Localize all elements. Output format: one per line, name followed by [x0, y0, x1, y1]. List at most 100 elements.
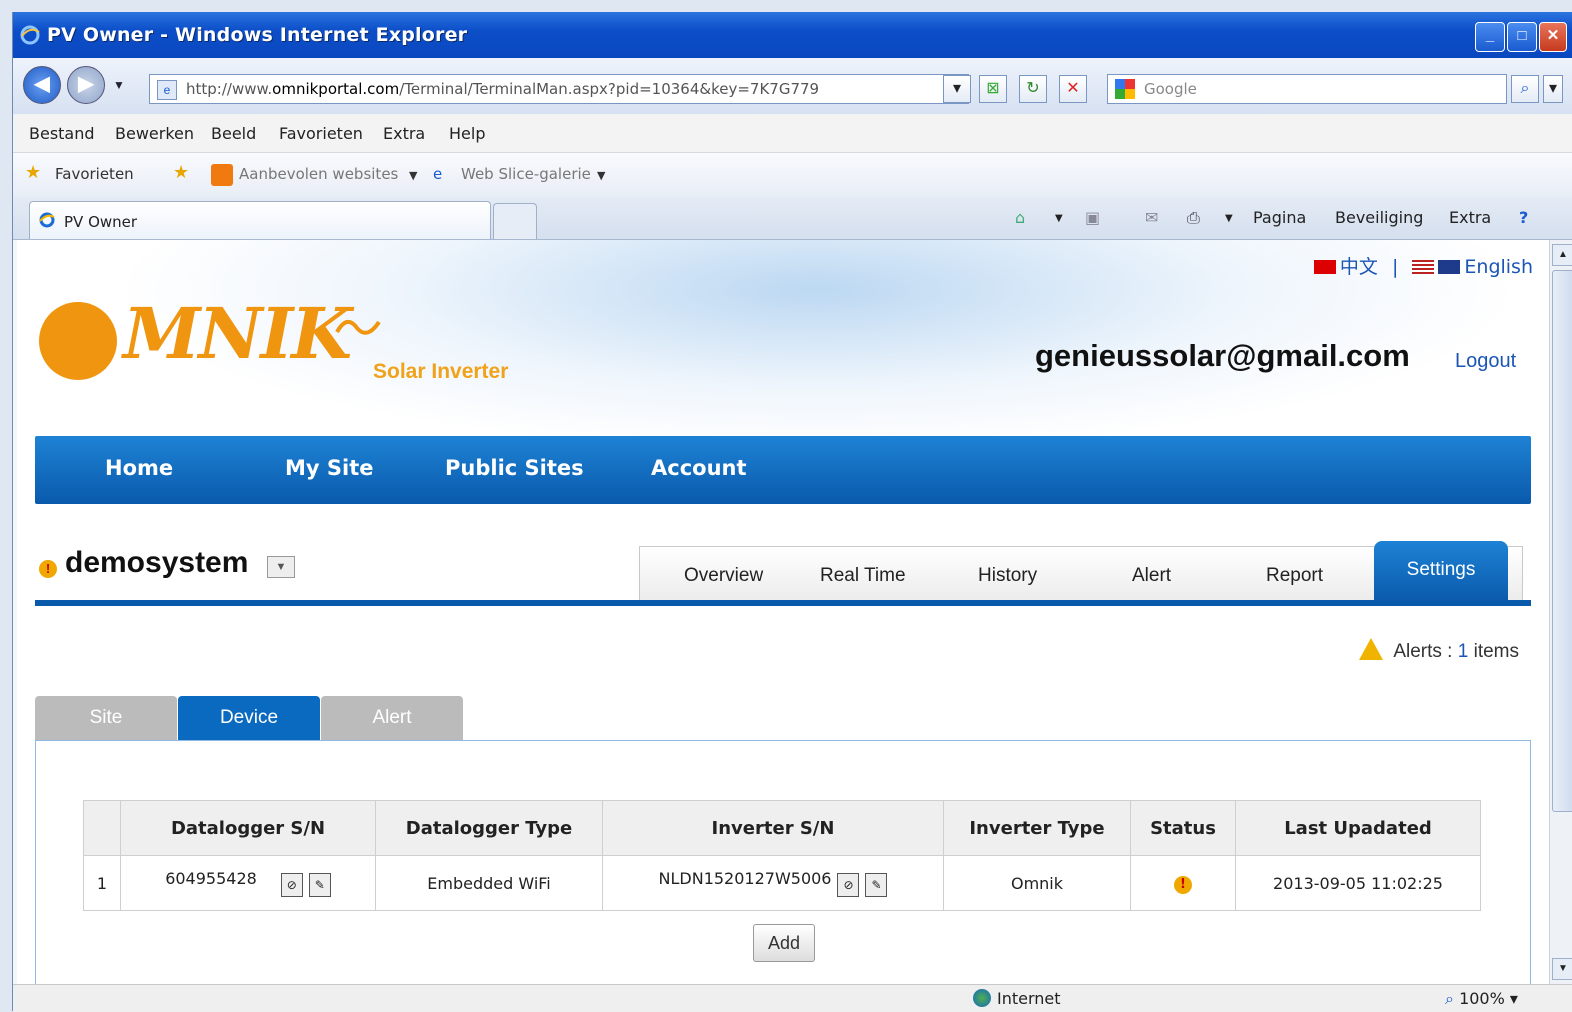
user-email: genieussolar@gmail.com	[1035, 338, 1410, 373]
title-bar: PV Owner - Windows Internet Explorer _ □…	[13, 12, 1572, 58]
webslice-icon: e	[433, 165, 443, 183]
nav-public-sites[interactable]: Public Sites	[445, 456, 584, 480]
minimize-button[interactable]: _	[1475, 22, 1505, 52]
suggested-sites-link[interactable]: Aanbevolen websites	[239, 165, 398, 183]
system-dropdown-button[interactable]: ▼	[267, 556, 295, 578]
feeds-icon[interactable]: ▣	[1085, 208, 1100, 227]
menu-bewerken[interactable]: Bewerken	[115, 124, 194, 143]
logo-subtitle: Solar Inverter	[373, 360, 509, 383]
vertical-scrollbar[interactable]: ▲ ▼	[1549, 240, 1572, 984]
system-name: demosystem	[65, 546, 249, 579]
col-status: Status	[1130, 800, 1236, 856]
alerts-count-link[interactable]: 1	[1458, 641, 1469, 662]
beveiliging-menu[interactable]: Beveiliging	[1335, 208, 1423, 227]
omnik-logo-icon	[39, 302, 117, 380]
back-button[interactable]: ◀	[23, 66, 61, 104]
compatibility-icon[interactable]: ⊠	[979, 75, 1007, 103]
table-row: 1 604955428 ⊘ ✎ Embedded WiFi NLDN1520127W…	[83, 855, 1481, 911]
col-datalogger-type: Datalogger Type	[375, 800, 603, 856]
tab-history[interactable]: History	[978, 565, 1037, 587]
webslice-gallery-link[interactable]: Web Slice-galerie	[461, 165, 591, 183]
forward-button[interactable]: ▶	[67, 66, 105, 104]
scroll-up-icon[interactable]: ▲	[1552, 244, 1572, 266]
menu-bestand[interactable]: Bestand	[29, 124, 95, 143]
china-flag-icon	[1313, 260, 1336, 274]
row-index: 1	[83, 855, 121, 911]
last-updated-cell: 2013-09-05 11:02:25	[1235, 855, 1481, 911]
menu-favorieten[interactable]: Favorieten	[279, 124, 363, 143]
edit-datalogger-icon[interactable]: ✎	[308, 873, 331, 897]
subtab-alert[interactable]: Alert	[321, 696, 463, 740]
tab-overview[interactable]: Overview	[684, 565, 763, 587]
tab-report[interactable]: Report	[1266, 565, 1323, 587]
status-cell: !	[1130, 855, 1236, 911]
us-flag-icon	[1412, 260, 1435, 274]
uk-flag-icon	[1438, 260, 1461, 274]
status-warning-icon: !	[1174, 875, 1192, 894]
nav-home[interactable]: Home	[105, 456, 173, 480]
tab-real-time[interactable]: Real Time	[820, 565, 906, 587]
scroll-thumb[interactable]	[1552, 270, 1572, 812]
favorites-star-icon: ★	[25, 162, 42, 183]
device-table: Datalogger S/N Datalogger Type Inverter …	[83, 800, 1481, 911]
browser-window: PV Owner - Windows Internet Explorer _ □…	[12, 12, 1572, 1012]
add-button[interactable]: Add	[753, 924, 815, 962]
lang-english-link[interactable]: English	[1464, 256, 1533, 278]
home-icon[interactable]: ⌂	[1015, 208, 1025, 227]
lang-chinese-link[interactable]: 中文	[1340, 256, 1378, 278]
stop-icon[interactable]: ✕	[1059, 75, 1087, 103]
address-input[interactable]: http://www.omnikportal.com/Terminal/Term…	[149, 74, 969, 104]
search-icon[interactable]: ⌕	[1511, 75, 1539, 103]
close-window-button[interactable]: ✕	[1539, 22, 1567, 52]
zoom-level[interactable]: ⌕ 100% ▾	[1445, 989, 1518, 1009]
add-favorites-icon[interactable]: ★	[173, 162, 189, 183]
mail-icon[interactable]: ✉	[1145, 208, 1158, 227]
maximize-button[interactable]: □	[1507, 22, 1537, 52]
extra-menu[interactable]: Extra	[1449, 208, 1491, 227]
subtab-site[interactable]: Site	[35, 696, 177, 740]
webslice-dropdown-icon[interactable]: ▼	[597, 169, 605, 182]
delete-datalogger-icon[interactable]: ⊘	[280, 873, 303, 897]
browser-tab-pv-owner[interactable]: PV Owner	[29, 201, 491, 239]
col-last-updated: Last Upadated	[1235, 800, 1481, 856]
pagina-menu[interactable]: Pagina	[1253, 208, 1306, 227]
menu-help[interactable]: Help	[449, 124, 485, 143]
inverter-sn-cell: NLDN1520127W5006 ⊘ ✎	[602, 855, 944, 911]
tab-row: PV Owner ⌂ ▼ ▣ ✉ ⎙ ▼ Pagina Beveiliging …	[13, 197, 1572, 240]
ie-logo-icon	[20, 25, 40, 45]
suggested-sites-icon	[211, 164, 233, 186]
new-tab-button[interactable]	[493, 203, 537, 239]
subtab-device[interactable]: Device	[178, 696, 320, 740]
nav-my-site[interactable]: My Site	[285, 456, 374, 480]
favorites-button[interactable]: Favorieten	[55, 165, 134, 183]
language-switcher: 中文 | English	[1313, 252, 1533, 279]
datalogger-type-cell: Embedded WiFi	[375, 855, 603, 911]
system-alert-icon: !	[39, 560, 57, 578]
search-options-icon[interactable]: ▾	[1543, 75, 1563, 103]
delete-inverter-icon[interactable]: ⊘	[837, 873, 860, 897]
print-dropdown-icon[interactable]: ▼	[1225, 213, 1233, 224]
search-input[interactable]: Google	[1107, 74, 1507, 104]
nav-account[interactable]: Account	[651, 456, 747, 480]
scroll-down-icon[interactable]: ▼	[1552, 958, 1572, 980]
main-nav: Home My Site Public Sites Account	[35, 436, 1531, 504]
tab-ie-icon	[39, 212, 55, 228]
suggested-dropdown-icon[interactable]: ▼	[409, 169, 417, 182]
menu-extra[interactable]: Extra	[383, 124, 425, 143]
edit-inverter-icon[interactable]: ✎	[865, 873, 888, 897]
section-tabs: Overview Real Time History Alert Report …	[639, 541, 1523, 601]
address-dropdown-icon[interactable]: ▾	[943, 75, 971, 103]
address-toolbar: ◀ ▶ ▼ http://www.omnikportal.com/Termina…	[13, 58, 1572, 114]
logout-link[interactable]: Logout	[1455, 350, 1516, 373]
tab-alert[interactable]: Alert	[1132, 565, 1171, 587]
menu-beeld[interactable]: Beeld	[211, 124, 256, 143]
refresh-icon[interactable]: ↻	[1019, 75, 1047, 103]
tab-settings[interactable]: Settings	[1374, 541, 1508, 601]
help-icon[interactable]: ?	[1519, 208, 1528, 227]
status-bar: Internet ⌕ 100% ▾	[13, 984, 1572, 1012]
page-content: 中文 | English MNIK Solar Inverter genieus…	[17, 240, 1549, 984]
table-header-row: Datalogger S/N Datalogger Type Inverter …	[83, 800, 1481, 856]
history-dropdown-icon[interactable]: ▼	[113, 78, 125, 92]
home-dropdown-icon[interactable]: ▼	[1055, 213, 1063, 224]
print-icon[interactable]: ⎙	[1187, 208, 1200, 228]
